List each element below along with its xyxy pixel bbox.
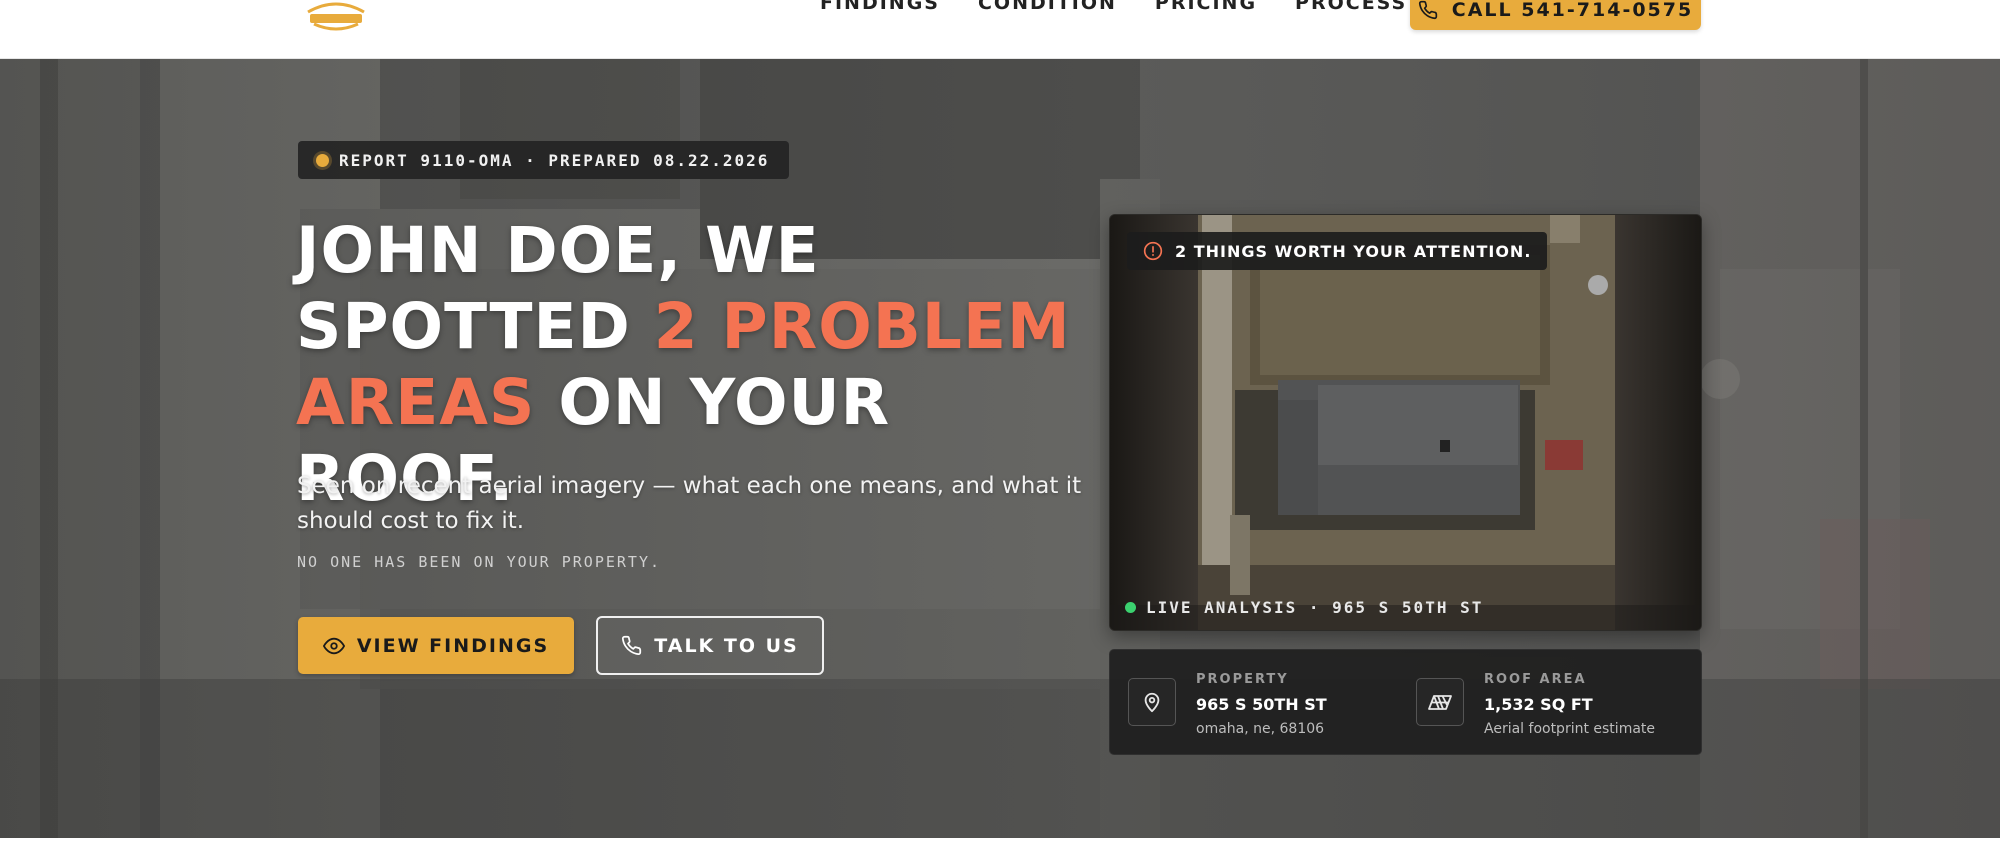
nav-pricing[interactable]: PRICING bbox=[1155, 0, 1257, 14]
attention-text: 2 THINGS WORTH YOUR ATTENTION. bbox=[1175, 241, 1532, 261]
status-dot bbox=[316, 153, 329, 167]
property-value: 965 S 50TH ST bbox=[1196, 695, 1327, 714]
live-analysis-text: LIVE ANALYSIS · 965 S 50TH ST bbox=[1146, 598, 1484, 617]
talk-to-us-button[interactable]: TALK TO US bbox=[596, 616, 824, 675]
talk-to-us-label: TALK TO US bbox=[654, 634, 799, 657]
nav-condition[interactable]: CONDITION bbox=[978, 0, 1117, 14]
phone-icon bbox=[1418, 0, 1437, 20]
view-findings-label: VIEW FINDINGS bbox=[356, 634, 550, 657]
call-button-label: CALL 541-714-0575 bbox=[1451, 0, 1694, 21]
call-button[interactable]: CALL 541-714-0575 bbox=[1410, 0, 1701, 30]
company-logo[interactable] bbox=[300, 0, 372, 34]
view-findings-button[interactable]: VIEW FINDINGS bbox=[298, 617, 574, 674]
roof-area-value: 1,532 SQ FT bbox=[1484, 695, 1593, 714]
hero-note: NO ONE HAS BEEN ON YOUR PROPERTY. bbox=[297, 553, 662, 571]
eye-icon bbox=[322, 637, 345, 654]
hero-subtitle: Seen on recent aerial imagery — what eac… bbox=[297, 473, 1082, 534]
property-sub: omaha, ne, 68106 bbox=[1196, 721, 1325, 737]
location-pin-icon bbox=[1128, 678, 1176, 726]
report-badge: REPORT 9110-OMA · PREPARED 08.22.2026 bbox=[298, 141, 790, 179]
property-info: PROPERTY 965 S 50TH ST omaha, ne, 68106 bbox=[1128, 672, 1327, 737]
hero-section: REPORT 9110-OMA · PREPARED 08.22.2026 JO… bbox=[0, 59, 2000, 838]
top-navbar: FINDINGS CONDITION PRICING PROCESS CALL … bbox=[0, 0, 2000, 59]
section-divider bbox=[0, 838, 2000, 856]
roof-area-info: ROOF AREA 1,532 SQ FT Aerial footprint e… bbox=[1416, 672, 1655, 737]
roof-aerial-image bbox=[1110, 215, 1701, 630]
aerial-image-card: 2 THINGS WORTH YOUR ATTENTION. LIVE ANAL… bbox=[1109, 214, 1702, 631]
roof-icon bbox=[1416, 678, 1464, 726]
roof-area-sub: Aerial footprint estimate bbox=[1484, 721, 1656, 737]
property-info-card: PROPERTY 965 S 50TH ST omaha, ne, 68106 … bbox=[1109, 649, 1702, 755]
main-nav: FINDINGS CONDITION PRICING PROCESS bbox=[820, 0, 1407, 14]
alert-icon bbox=[1143, 241, 1163, 261]
attention-badge: 2 THINGS WORTH YOUR ATTENTION. bbox=[1127, 232, 1548, 270]
nav-findings[interactable]: FINDINGS bbox=[820, 0, 940, 14]
phone-icon bbox=[622, 635, 642, 656]
report-badge-text: REPORT 9110-OMA · PREPARED 08.22.2026 bbox=[339, 150, 770, 170]
roof-area-label: ROOF AREA bbox=[1484, 672, 1587, 687]
live-analysis-label: LIVE ANALYSIS · 965 S 50TH ST bbox=[1125, 598, 1483, 617]
property-label: PROPERTY bbox=[1196, 672, 1289, 687]
nav-process[interactable]: PROCESS bbox=[1295, 0, 1407, 14]
live-status-dot bbox=[1125, 602, 1136, 613]
